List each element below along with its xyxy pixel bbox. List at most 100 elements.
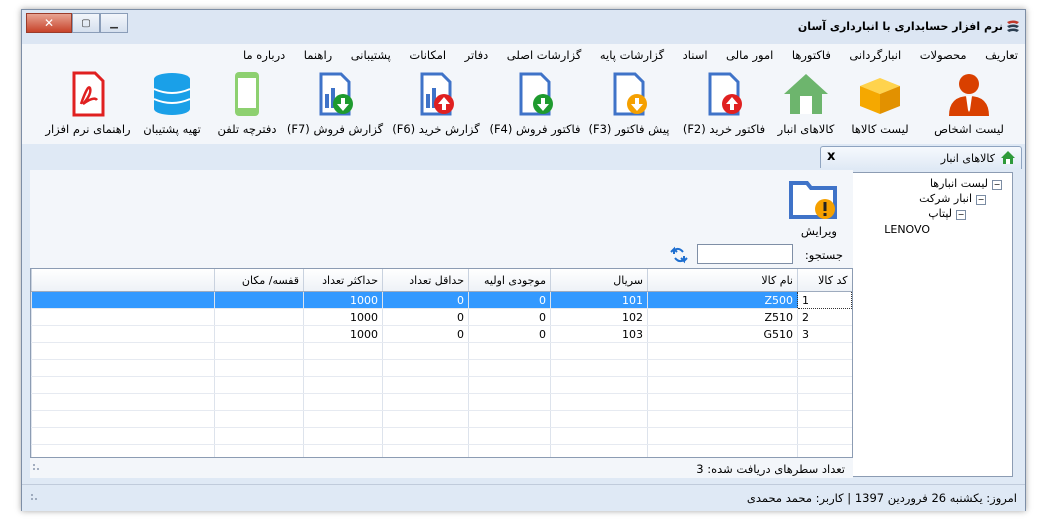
grid-cell[interactable]: 0 [382,291,469,309]
grid-cell[interactable]: 0 [382,308,469,326]
app-logo-icon [1007,20,1019,32]
table-row[interactable]: 3 G510 103 0 0 1000 [31,325,852,343]
people-list-button[interactable]: لیست اشخاص [918,66,1020,142]
goods-panel: ویرایش جستجو: کد کالا نام کالا سریال موج… [30,170,853,478]
resize-grip-icon[interactable] [32,463,42,473]
column-header[interactable]: موجودی اولیه [468,269,551,292]
grid-filler [31,325,215,343]
tree-node-warehouse-list[interactable]: لیست انبارها [930,177,988,190]
edit-folder-icon[interactable] [789,177,839,221]
column-header[interactable]: حداقل تعداد [382,269,469,292]
menu-item-definitions[interactable]: تعاریف [977,44,1025,62]
grid-cell[interactable]: 102 [550,308,648,326]
column-header[interactable]: حداکثر تعداد [303,269,383,292]
grid-cell[interactable]: 2 [797,308,852,326]
products-list-button[interactable]: لیست کالاها [840,66,920,142]
empty-row [31,444,852,457]
search-label: جستجو: [804,248,843,262]
tree-node-lenovo[interactable]: LENOVO [884,223,930,236]
close-tab-button[interactable]: x [827,149,835,164]
table-row[interactable]: 2 Z510 102 0 0 1000 [31,308,852,326]
tree-expander[interactable]: − [956,210,966,220]
pre-invoice-icon [613,72,647,116]
phone-icon [235,72,259,116]
goods-table: کد کالا نام کالا سریال موجودی اولیه حداق… [31,269,852,457]
warehouse-tree: − لیست انبارها − انبار شرکت − لپتاپ LENO… [851,172,1013,477]
window-controls: ✕ ▢ ▁ [26,13,128,33]
box-icon [860,78,900,114]
menu-item-documents[interactable]: اسناد [675,44,715,62]
menu-item-about[interactable]: درباره ما [235,44,292,62]
grid-cell[interactable] [214,291,304,309]
title-bar: ✕ ▢ ▁ نرم افزار حسابداری با انبارداری آس… [22,10,1025,44]
menu-item-invoices[interactable]: فاکتورها [784,44,838,62]
menu-item-basic-reports[interactable]: گزارشات پایه [592,44,671,62]
grid-cell[interactable]: 0 [382,325,469,343]
grid-cell[interactable]: 1000 [303,325,383,343]
purchase-report-icon [420,72,454,116]
minimize-button[interactable]: ▁ [100,13,128,33]
grid-cell[interactable]: Z510 [647,308,798,326]
menu-item-main-reports[interactable]: گزارشات اصلی [499,44,589,62]
menu-item-support[interactable]: پشتیبانی [343,44,398,62]
empty-row [31,342,852,360]
search-input[interactable] [697,244,793,264]
empty-row [31,427,852,445]
main-content: − لیست انبارها − انبار شرکت − لپتاپ LENO… [28,168,1020,481]
column-header[interactable]: قفسه/ مکان [214,269,304,292]
refresh-icon[interactable] [670,246,688,264]
tab-warehouse-goods[interactable]: کالاهای انبار x [820,146,1022,169]
pre-invoice-button[interactable]: پیش فاکتور (F3) [582,66,676,142]
rows-count: 3 [696,462,704,476]
purchase-invoice-button[interactable]: فاکتور خرید (F2) [677,66,771,142]
status-bar: امروز: یکشنبه 26 فروردین 1397 | کاربر: م… [22,484,1025,511]
warehouse-icon [1001,151,1015,164]
grid-cell[interactable] [214,325,304,343]
sales-report-button[interactable]: گزارش فروش (F7) [284,66,386,142]
grid-cell[interactable] [214,308,304,326]
tree-expander[interactable]: − [992,180,1002,190]
panel-toolbar: ویرایش [30,170,853,242]
tree-node-laptop[interactable]: لپتاپ [928,207,952,220]
software-help-button[interactable]: راهنمای نرم افزار [42,66,134,142]
grid-cell[interactable]: 1000 [303,308,383,326]
sales-report-icon [319,72,353,116]
empty-row [31,359,852,377]
grid-cell[interactable]: 0 [468,291,551,309]
menu-bar: تعاریف محصولات انبارگردانی فاکتورها امور… [22,44,1025,66]
tree-expander[interactable]: − [976,195,986,205]
sales-invoice-button[interactable]: فاکتور فروش (F4) [486,66,584,142]
backup-button[interactable]: تهیه پشتیبان [134,66,210,142]
tree-node-company-warehouse[interactable]: انبار شرکت [919,192,972,205]
grid-cell[interactable]: 0 [468,308,551,326]
resize-grip-icon[interactable] [30,493,40,503]
menu-item-ledgers[interactable]: دفاتر [457,44,496,62]
maximize-button[interactable]: ▢ [72,13,100,33]
grid-cell[interactable]: 101 [550,291,648,309]
warehouse-goods-button[interactable]: کالاهای انبار [770,66,842,142]
menu-item-tools[interactable]: امکانات [401,44,453,62]
grid-cell[interactable]: 103 [550,325,648,343]
column-header[interactable]: نام کالا [647,269,798,292]
warehouse-icon [784,74,828,114]
grid-cell[interactable]: 1000 [303,291,383,309]
grid-cell[interactable]: 3 [797,325,852,343]
table-row[interactable]: 1 Z500 101 0 0 1000 [31,291,852,309]
grid-cell[interactable]: 0 [468,325,551,343]
purchase-report-button[interactable]: گزارش خرید (F6) [386,66,486,142]
close-window-button[interactable]: ✕ [26,13,72,33]
grid-cell[interactable]: 1 [797,291,852,309]
column-header[interactable]: کد کالا [797,269,852,292]
menu-item-inventory-count[interactable]: انبارگردانی [841,44,908,62]
menu-item-products[interactable]: محصولات [912,44,974,62]
phone-book-button[interactable]: دفترچه تلفن [210,66,284,142]
menu-item-finance[interactable]: امور مالی [718,44,780,62]
grid-cell[interactable]: G510 [647,325,798,343]
edit-button-label[interactable]: ویرایش [801,224,837,238]
menu-item-help[interactable]: راهنما [296,44,339,62]
column-header[interactable]: سریال [550,269,648,292]
grid-cell[interactable]: Z500 [647,291,798,309]
rows-count-status: تعداد سطرهای دریافت شده: 3 [696,462,845,476]
sales-invoice-icon [519,72,553,116]
empty-row [31,376,852,394]
